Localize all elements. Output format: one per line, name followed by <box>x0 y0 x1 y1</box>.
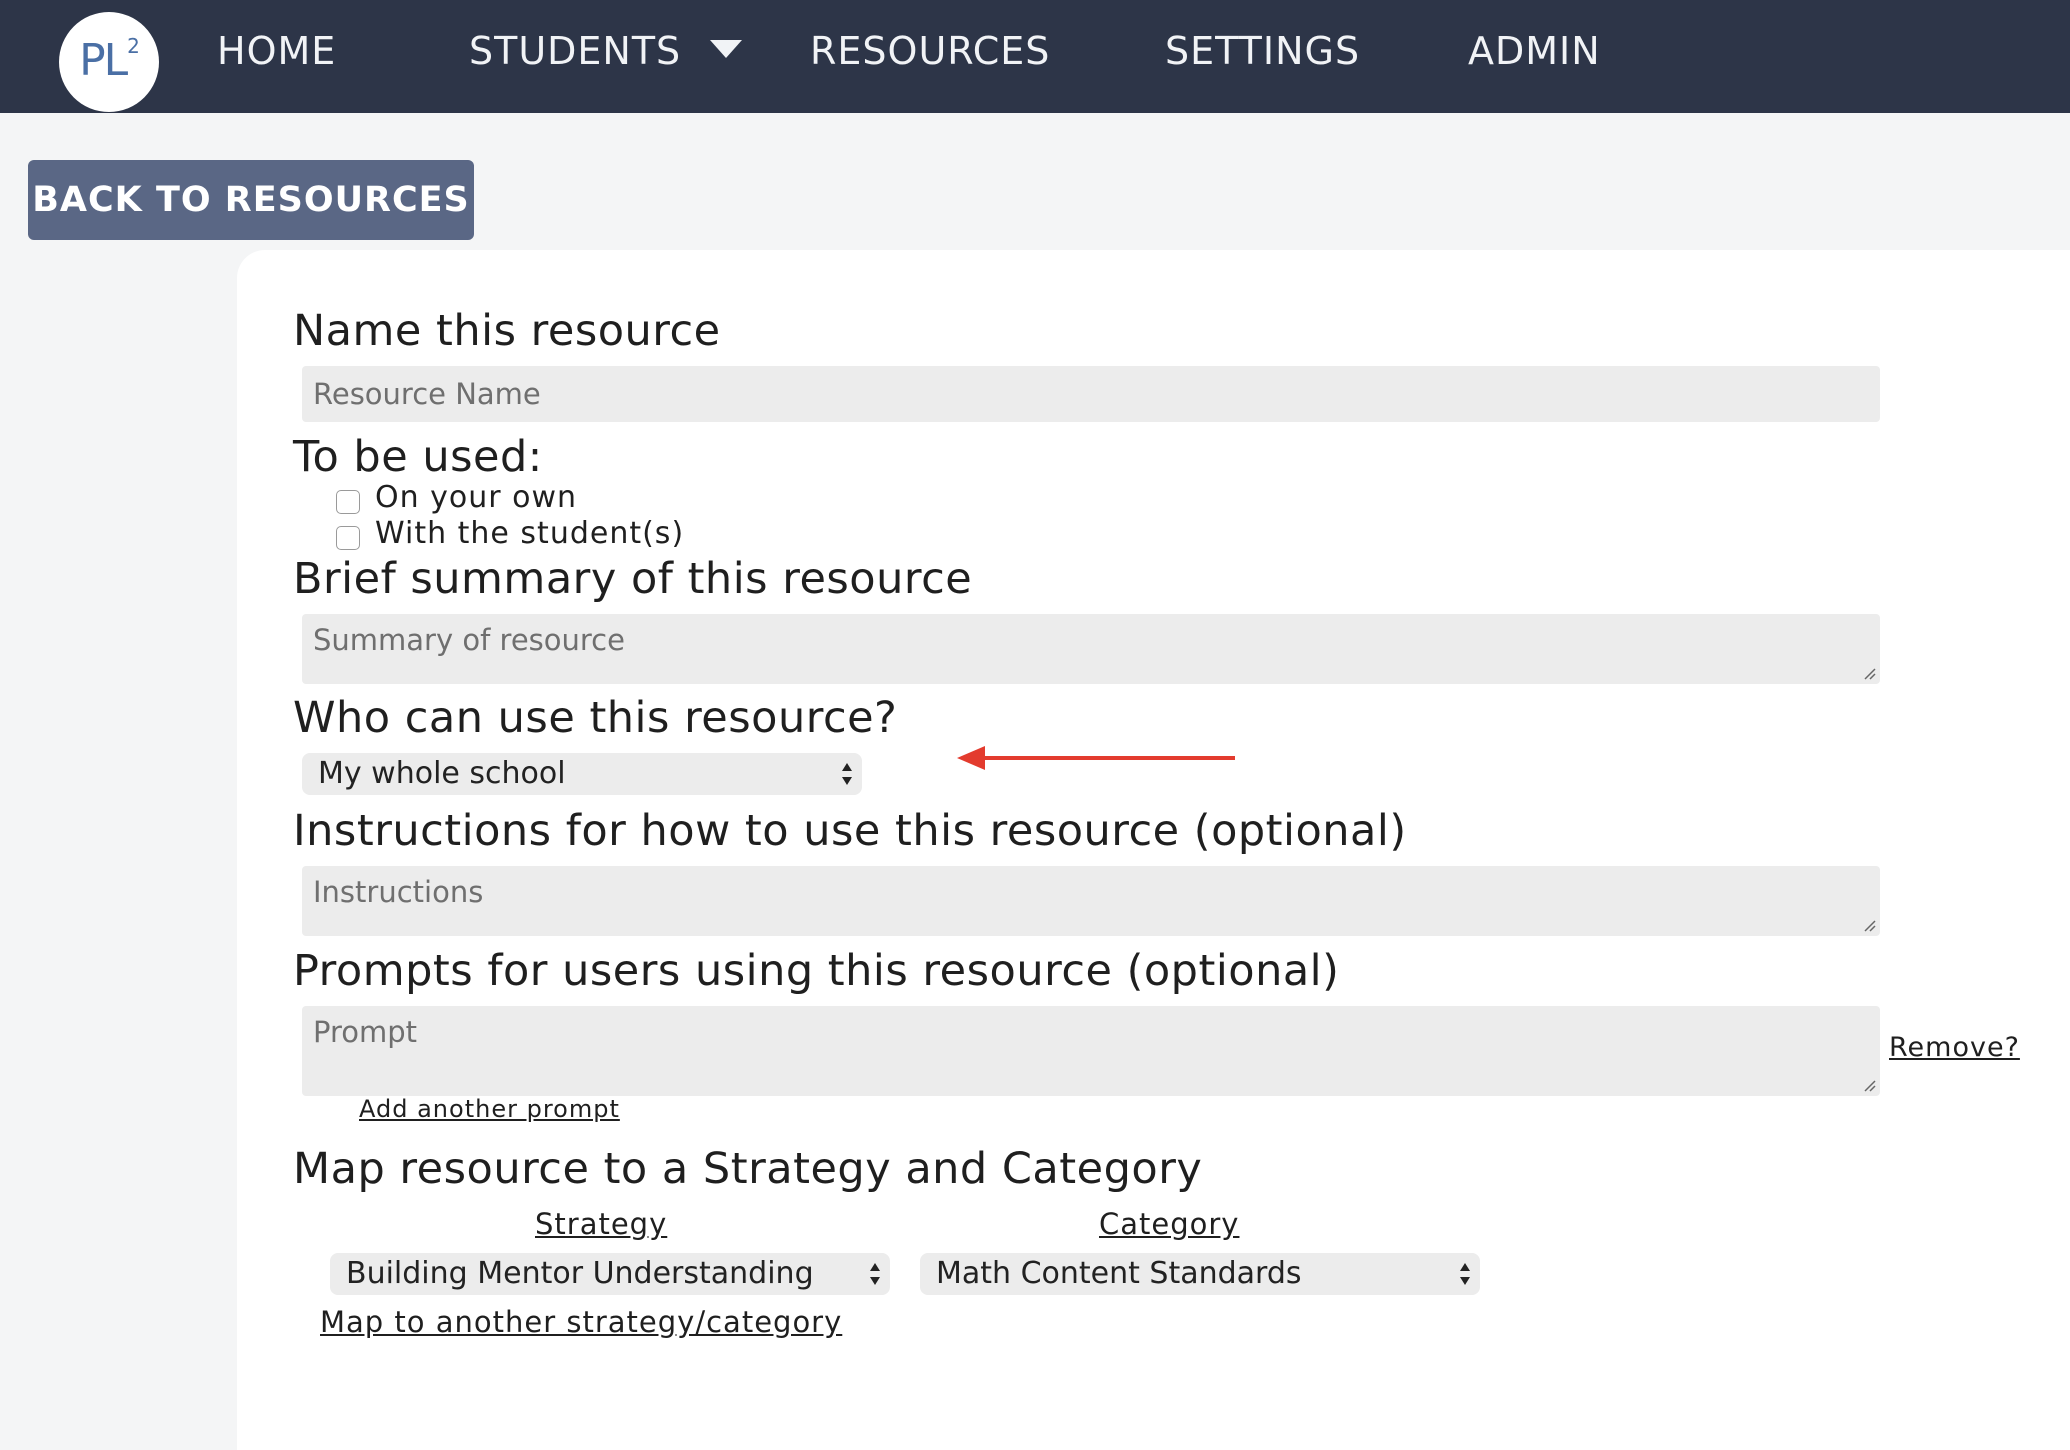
nav-resources[interactable]: RESOURCES <box>810 26 1050 76</box>
map-another-link[interactable]: Map to another strategy/category <box>320 1305 842 1339</box>
strategy-select[interactable]: Building Mentor Understanding <box>330 1253 890 1295</box>
who-heading: Who can use this resource? <box>293 693 898 743</box>
red-arrow-annotation-icon <box>957 746 1235 770</box>
summary-placeholder: Summary of resource <box>313 623 625 657</box>
summary-heading: Brief summary of this resource <box>293 554 973 604</box>
prompt-textarea[interactable]: Prompt <box>302 1006 1880 1096</box>
resource-name-input[interactable]: Resource Name <box>302 366 1880 422</box>
select-arrows-icon <box>1460 1263 1470 1285</box>
strategy-label: Strategy <box>535 1207 668 1241</box>
select-arrows-icon <box>870 1263 880 1285</box>
resize-grip-icon[interactable] <box>1862 666 1876 680</box>
with-students-checkbox[interactable] <box>336 526 360 550</box>
nav-students[interactable]: STUDENTS <box>469 26 681 76</box>
category-label: Category <box>1099 1207 1240 1241</box>
with-students-label: With the student(s) <box>375 516 685 551</box>
nav-settings[interactable]: SETTINGS <box>1165 26 1360 76</box>
resize-grip-icon[interactable] <box>1862 918 1876 932</box>
summary-textarea[interactable]: Summary of resource <box>302 614 1880 684</box>
instructions-placeholder: Instructions <box>313 875 484 909</box>
back-to-resources-button[interactable]: BACK TO RESOURCES <box>28 160 474 240</box>
map-heading: Map resource to a Strategy and Category <box>293 1144 1203 1194</box>
remove-prompt-link[interactable]: Remove? <box>1889 1032 2020 1063</box>
name-heading: Name this resource <box>293 306 721 356</box>
top-navbar: PL 2 HOME STUDENTS RESOURCES SETTINGS ADM… <box>0 0 2070 113</box>
category-selected-value: Math Content Standards <box>936 1256 1302 1291</box>
resize-grip-icon[interactable] <box>1862 1078 1876 1092</box>
select-arrows-icon <box>842 763 852 785</box>
who-selected-value: My whole school <box>318 756 566 791</box>
strategy-selected-value: Building Mentor Understanding <box>346 1256 814 1291</box>
nav-home[interactable]: HOME <box>217 26 336 76</box>
add-another-prompt-link[interactable]: Add another prompt <box>359 1095 620 1123</box>
pl2-logo[interactable]: PL 2 <box>59 12 159 112</box>
on-your-own-checkbox[interactable] <box>336 490 360 514</box>
instructions-textarea[interactable]: Instructions <box>302 866 1880 936</box>
who-can-use-select[interactable]: My whole school <box>302 753 862 795</box>
category-select[interactable]: Math Content Standards <box>920 1253 1480 1295</box>
usage-heading: To be used: <box>293 432 543 482</box>
resource-name-placeholder: Resource Name <box>313 377 541 411</box>
on-your-own-label: On your own <box>375 480 578 515</box>
logo-text: PL <box>79 34 128 86</box>
prompts-heading: Prompts for users using this resource (o… <box>293 946 1340 996</box>
prompt-placeholder: Prompt <box>313 1015 418 1049</box>
logo-superscript: 2 <box>127 34 140 58</box>
nav-admin[interactable]: ADMIN <box>1468 26 1601 76</box>
instructions-heading: Instructions for how to use this resourc… <box>293 806 1407 856</box>
chevron-down-icon[interactable] <box>710 40 742 58</box>
